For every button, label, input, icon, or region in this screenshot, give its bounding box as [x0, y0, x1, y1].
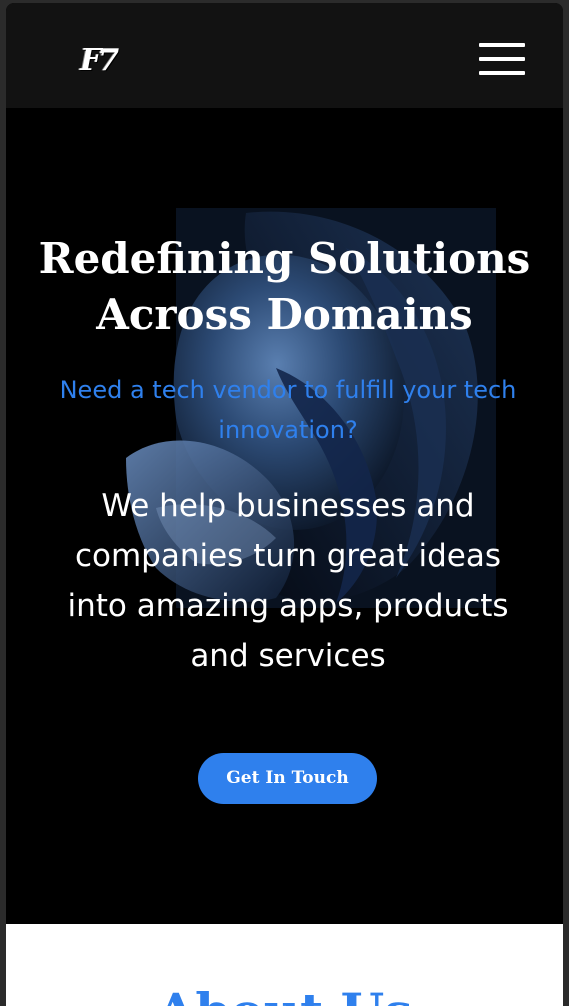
hero-title: Redefining Solutions Across Domains — [38, 234, 531, 339]
logo[interactable]: F7 — [80, 43, 119, 78]
about-title: About Us — [6, 982, 563, 1006]
page-frame: F7 Redefining Solutions Across Domains N… — [6, 3, 563, 1006]
navbar: F7 — [6, 3, 563, 108]
hero-subtitle: Need a tech vendor to fulfill your tech … — [59, 376, 517, 444]
hero-section: Redefining Solutions Across Domains Need… — [6, 108, 563, 924]
about-section: About Us — [6, 924, 563, 1006]
hamburger-menu-icon[interactable] — [479, 43, 525, 75]
hero-description: We help businesses and companies turn gr… — [67, 488, 509, 674]
get-in-touch-button[interactable]: Get In Touch — [198, 753, 377, 804]
